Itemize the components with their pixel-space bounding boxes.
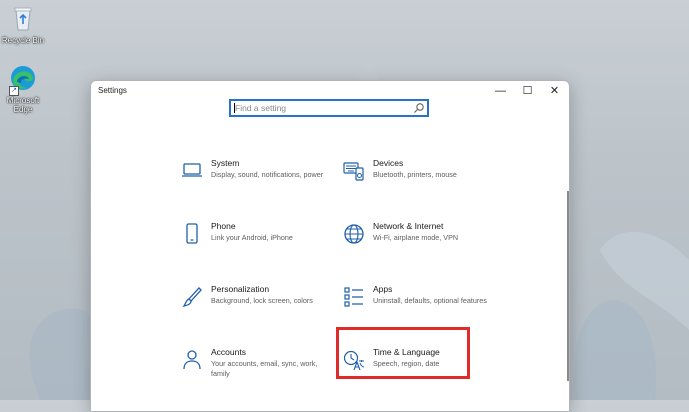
category-devices[interactable]: Devices Bluetooth, printers, mouse [343,158,493,204]
category-description: Bluetooth, printers, mouse [373,170,457,179]
category-name: Apps [373,284,393,294]
settings-window: Settings — ☐ ✕ Find a setting System Dis… [90,80,570,412]
category-description: Link your Android, iPhone [211,233,293,242]
category-description: Uninstall, defaults, optional features [373,296,487,305]
title-bar[interactable]: Settings — ☐ ✕ [91,81,569,101]
desktop-icon-recycle-bin[interactable]: Recycle Bin [0,4,46,45]
globe-icon [344,224,364,244]
laptop-icon [182,163,202,177]
close-button[interactable]: ✕ [541,82,568,100]
category-name: Network & Internet [373,221,444,231]
keyboard-speaker-icon [343,162,364,181]
category-description: Wi-Fi, airplane mode, VPN [373,233,459,242]
category-name: Personalization [211,284,270,294]
desktop-icon-label: Recycle Bin [1,36,45,45]
category-name: System [211,158,240,168]
minimize-button[interactable]: — [487,82,514,100]
category-network-internet[interactable]: Network & Internet Wi-Fi, airplane mode,… [343,221,493,267]
search-input[interactable]: Find a setting [229,99,429,117]
category-accounts[interactable]: Accounts Your accounts, email, sync, wor… [181,347,331,393]
recycle-bin-icon [14,7,32,31]
search-placeholder: Find a setting [235,103,287,113]
category-description: Background, lock screen, colors [211,296,313,305]
desktop-icon-edge[interactable]: ↗ Microsoft Edge [0,64,46,114]
window-title: Settings [98,86,127,95]
category-personalization[interactable]: Personalization Background, lock screen,… [181,284,331,330]
category-phone[interactable]: Phone Link your Android, iPhone [181,221,331,267]
category-apps[interactable]: Apps Uninstall, defaults, optional featu… [343,284,493,330]
highlight-box [336,327,470,379]
desktop-icon-label: Microsoft Edge [6,96,40,114]
category-name: Phone [211,221,236,231]
category-description: Your accounts, email, sync, work, family [211,359,318,378]
maximize-button[interactable]: ☐ [514,82,541,100]
category-name: Accounts [211,347,246,357]
phone-icon [186,223,198,244]
shortcut-arrow-icon: ↗ [9,86,19,96]
search-icon[interactable] [413,102,425,114]
category-name: Devices [373,158,404,168]
scrollbar[interactable] [567,191,569,381]
category-system[interactable]: System Display, sound, notifications, po… [181,158,331,204]
category-description: Display, sound, notifications, power [211,170,324,179]
apps-list-icon [344,287,363,307]
person-icon [183,350,201,370]
paintbrush-icon [182,287,202,308]
